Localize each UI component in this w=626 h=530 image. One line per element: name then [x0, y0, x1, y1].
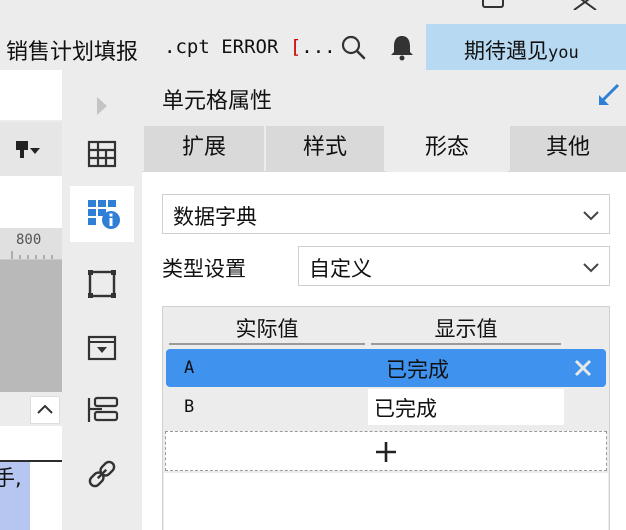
display-value[interactable]: 已完成: [386, 354, 449, 384]
scroll-up-icon[interactable]: [30, 396, 60, 424]
panel-title: 单元格属性: [162, 89, 273, 114]
dictionary-table: 实际值 显示值 A 已完成 B 已完成: [162, 306, 610, 530]
table-row[interactable]: B 已完成: [166, 389, 606, 425]
panel-header: 单元格属性: [142, 70, 626, 122]
cell-text: 手,: [0, 466, 22, 490]
tab-style[interactable]: 样式: [266, 126, 384, 172]
canvas-top-area: [0, 70, 62, 120]
user-account[interactable]: 期待遇见you: [426, 24, 626, 70]
pin-icon[interactable]: [596, 82, 622, 108]
type-setting-value: 自定义: [309, 257, 372, 281]
delete-row-icon[interactable]: [574, 359, 592, 377]
form-type-select[interactable]: 数据字典: [162, 194, 610, 234]
ruler-ticks: [11, 251, 53, 259]
template-title: 销售计划填报: [6, 40, 139, 65]
user-name: 期待遇见you: [464, 39, 579, 63]
canvas-blank: [0, 176, 62, 228]
canvas-toolbar: [0, 122, 62, 176]
report-canvas: 800 手,: [0, 70, 62, 530]
ruler-label: 800: [16, 232, 42, 248]
cell-properties-panel: 单元格属性 扩展 样式 形态 其他 数据字典 类型设置 自定义 实际值 显示值 …: [142, 70, 626, 530]
window-strip: [0, 0, 626, 24]
tab-widget[interactable]: 形态: [386, 126, 508, 172]
window-close-icon[interactable]: [572, 0, 598, 10]
cell-element-icon[interactable]: [70, 126, 134, 182]
actual-value[interactable]: A: [184, 358, 194, 378]
table-row[interactable]: A 已完成: [166, 349, 606, 387]
horizontal-ruler: 800: [0, 228, 62, 260]
tab-expand[interactable]: 扩展: [144, 126, 264, 172]
table-empty-area: [164, 473, 608, 530]
type-setting-label: 类型设置: [162, 257, 246, 281]
canvas-gray-area: [0, 260, 62, 392]
bell-icon[interactable]: [389, 33, 415, 61]
property-tabs: 扩展 样式 形态 其他: [142, 122, 626, 172]
chevron-down-icon: [583, 211, 599, 221]
template-filename: .cpt ERROR [...: [164, 36, 336, 58]
chevron-down-icon: [583, 263, 599, 273]
float-element-icon[interactable]: [70, 256, 134, 312]
tab-other[interactable]: 其他: [510, 126, 626, 172]
title-bar: 销售计划填报 .cpt ERROR [... 期待遇见you: [0, 24, 626, 70]
column-header-actual: 实际值: [169, 313, 365, 345]
add-row-button[interactable]: [165, 431, 607, 471]
property-icon-strip: [62, 70, 142, 530]
plus-icon: [376, 442, 396, 462]
window-restore-icon[interactable]: [482, 0, 504, 8]
display-value: 已完成: [374, 397, 437, 421]
search-icon[interactable]: [340, 34, 366, 60]
widget-icon[interactable]: [70, 320, 134, 376]
canvas-blank-row: [0, 426, 62, 460]
actual-value[interactable]: B: [184, 397, 194, 417]
display-value-input[interactable]: 已完成: [368, 389, 564, 425]
condition-icon[interactable]: [70, 382, 134, 438]
designer-window: 销售计划填报 .cpt ERROR [... 期待遇见you 800 手, 单元…: [0, 0, 626, 530]
hyperlink-icon[interactable]: [70, 446, 134, 502]
column-header-display: 显示值: [371, 313, 561, 345]
selected-cell[interactable]: 手,: [0, 460, 30, 530]
format-painter-icon[interactable]: [14, 138, 42, 162]
cell-attr-icon[interactable]: [70, 186, 134, 242]
form-type-value: 数据字典: [173, 205, 257, 229]
type-setting-select[interactable]: 自定义: [298, 246, 610, 286]
adjacent-cell[interactable]: [30, 460, 62, 530]
